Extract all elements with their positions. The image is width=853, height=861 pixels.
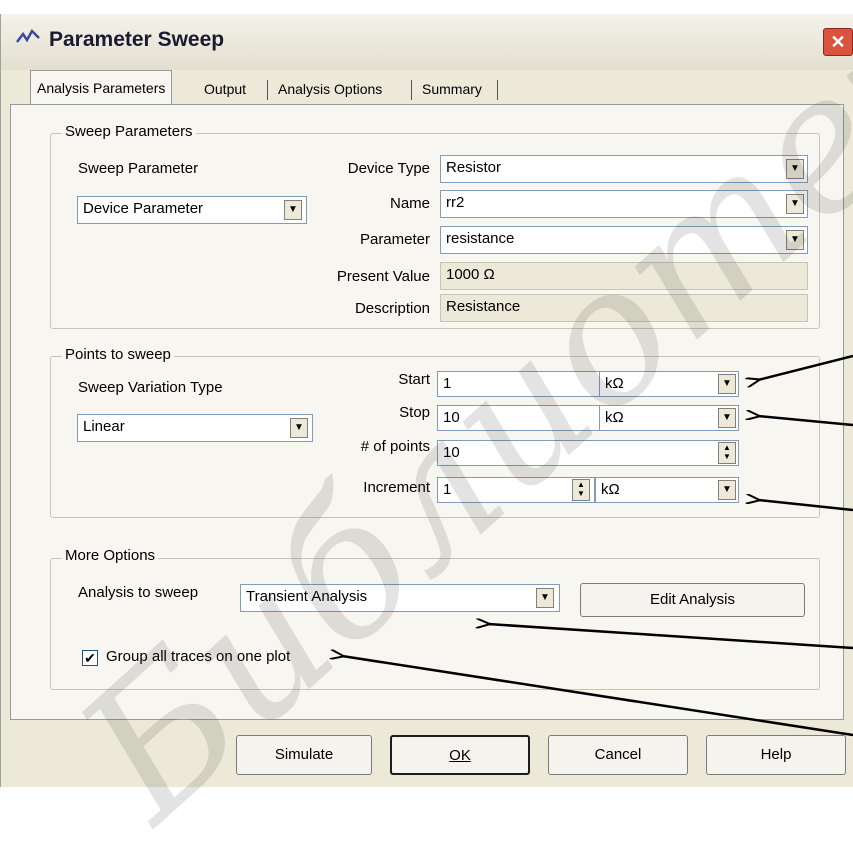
tab-separator — [267, 80, 268, 100]
tab-output[interactable]: Output — [198, 74, 252, 104]
tab-separator — [411, 80, 412, 100]
sweep-variation-type-value: Linear — [83, 418, 125, 435]
tab-label: Analysis Parameters — [37, 80, 166, 96]
title-bar: Parameter Sweep ✕ — [1, 14, 853, 70]
cancel-button[interactable]: Cancel — [548, 735, 688, 775]
description-label: Description — [354, 300, 430, 317]
present-value-value: 1000 Ω — [446, 266, 495, 283]
edit-analysis-label: Edit Analysis — [649, 591, 736, 608]
help-label: Help — [760, 746, 792, 763]
tab-analysis-parameters[interactable]: Analysis Parameters — [30, 70, 173, 106]
parameter-value: resistance — [446, 230, 515, 247]
points-to-sweep-legend: Points to sweep — [62, 346, 174, 363]
edit-analysis-button[interactable]: Edit Analysis — [580, 583, 805, 617]
chevron-down-icon[interactable]: ▼ — [290, 418, 308, 438]
sweep-parameters-legend: Sweep Parameters — [62, 123, 196, 140]
ok-button[interactable]: OK — [390, 735, 530, 775]
chevron-down-icon[interactable]: ▼ — [718, 480, 736, 500]
sweep-parameter-label: Sweep Parameter — [78, 160, 199, 177]
name-label: Name — [389, 195, 430, 212]
increment-unit: kΩ — [601, 481, 620, 498]
device-type-value: Resistor — [446, 159, 502, 176]
chevron-down-icon[interactable]: ▼ — [718, 408, 736, 428]
device-type-label: Device Type — [347, 160, 430, 177]
tab-analysis-options[interactable]: Analysis Options — [272, 74, 388, 104]
spinner-icon[interactable]: ▲ ▼ — [718, 442, 736, 464]
tab-label: Analysis Options — [278, 81, 383, 97]
tab-separator — [497, 80, 498, 100]
more-options-legend: More Options — [62, 547, 159, 564]
window-title: Parameter Sweep — [49, 28, 225, 51]
sweep-variation-type-label: Sweep Variation Type — [78, 379, 223, 396]
name-value: rr2 — [446, 194, 465, 211]
chevron-down-icon[interactable]: ▼ — [536, 588, 554, 608]
sweep-variation-type-select[interactable]: Linear — [77, 414, 313, 442]
sweep-parameter-select[interactable]: Device Parameter — [77, 196, 307, 224]
ok-label: OK — [449, 747, 471, 764]
cancel-label: Cancel — [594, 746, 642, 763]
help-button[interactable]: Help — [706, 735, 846, 775]
tab-label: Output — [204, 81, 247, 97]
app-icon — [16, 28, 40, 43]
sweep-parameter-value: Device Parameter — [83, 200, 204, 217]
tab-label: Summary — [422, 81, 482, 97]
parameter-label: Parameter — [359, 231, 430, 248]
tab-summary[interactable]: Summary — [416, 74, 488, 104]
present-value-label: Present Value — [336, 268, 430, 285]
